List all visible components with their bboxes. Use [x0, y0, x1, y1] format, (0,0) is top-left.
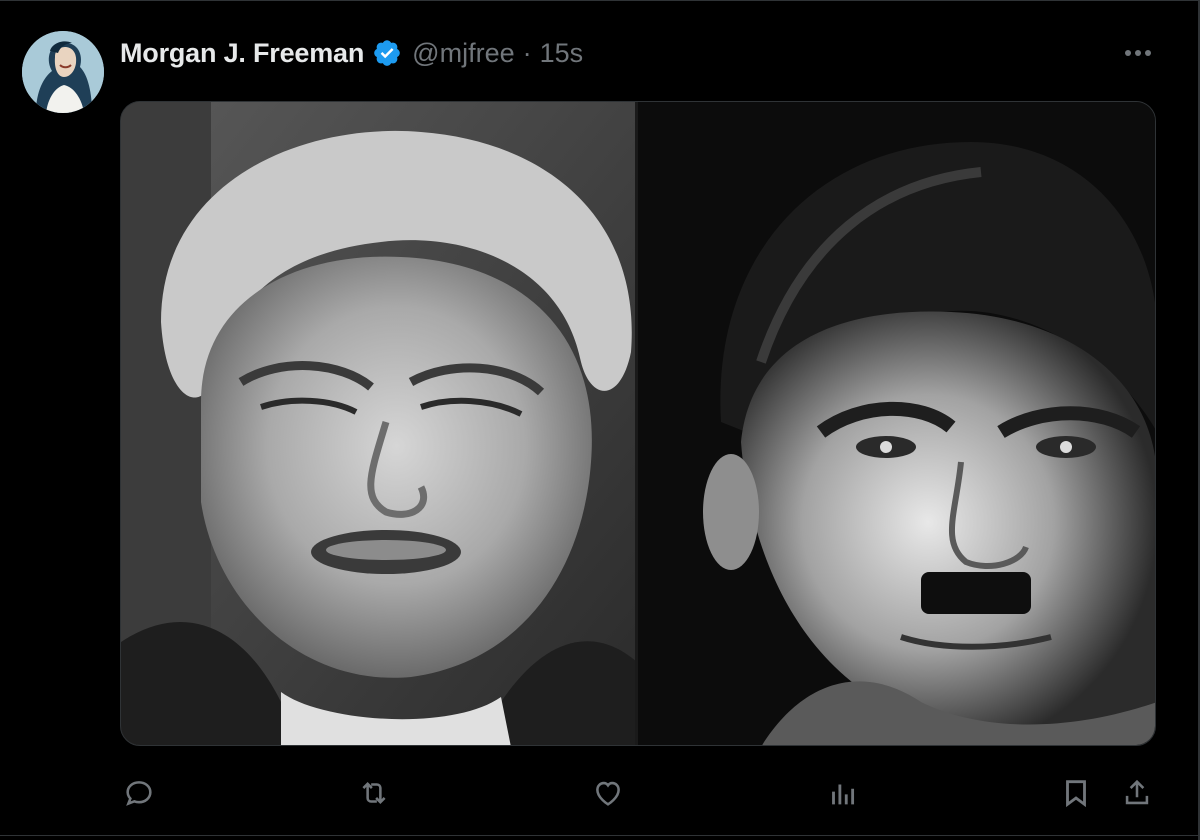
repost-icon: [362, 781, 386, 805]
tweet-header: Morgan J. Freeman @mjfree · 15s: [120, 33, 583, 73]
reply-button[interactable]: [119, 767, 159, 819]
avatar-image: [22, 31, 104, 113]
bookmark-button[interactable]: [1056, 767, 1096, 819]
verified-badge-icon[interactable]: [372, 38, 402, 68]
reply-icon: [126, 781, 152, 806]
timestamp[interactable]: 15s: [540, 38, 584, 69]
media-image: [121, 102, 1155, 745]
avatar[interactable]: [22, 31, 104, 113]
tweet-card[interactable]: Morgan J. Freeman @mjfree · 15s: [0, 0, 1200, 840]
more-options-button[interactable]: [1120, 35, 1156, 71]
views-icon: [832, 784, 855, 805]
like-button[interactable]: [588, 767, 628, 819]
divider: [0, 835, 1200, 836]
user-handle[interactable]: @mjfree: [412, 38, 514, 69]
bookmark-icon: [1066, 780, 1086, 808]
more-horizontal-icon: [1125, 50, 1151, 56]
share-button[interactable]: [1117, 767, 1157, 819]
display-name[interactable]: Morgan J. Freeman: [120, 38, 364, 69]
views-button[interactable]: [822, 767, 862, 819]
separator-dot: ·: [522, 37, 532, 68]
share-icon: [1125, 779, 1149, 805]
repost-button[interactable]: [354, 767, 394, 819]
like-icon: [596, 781, 620, 806]
tweet-actions: [0, 767, 1200, 819]
tweet-media[interactable]: [120, 101, 1156, 746]
